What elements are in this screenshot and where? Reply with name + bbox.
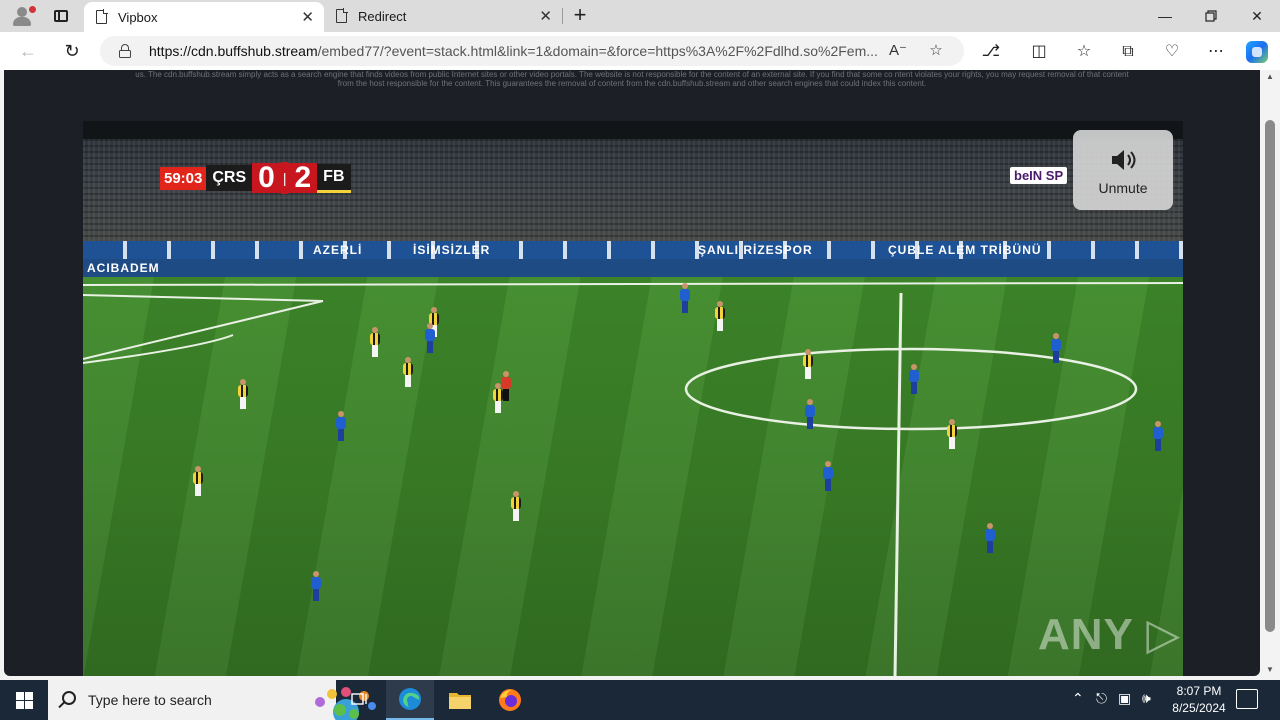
player xyxy=(1153,421,1163,451)
browser-toolbar: ← ↻ https://cdn.buffshub.stream/embed77/… xyxy=(0,32,1280,70)
score-divider: | xyxy=(280,162,289,194)
scoreboard-overlay: 59:03 ÇRS 0 | 2 FB xyxy=(160,162,351,194)
scroll-up-icon[interactable]: ▲ xyxy=(1266,72,1274,81)
tab-title: Vipbox xyxy=(118,9,158,25)
match-clock: 59:03 xyxy=(160,166,207,190)
tab-redirect[interactable]: Redirect ✕ xyxy=(324,0,562,32)
unmute-label: Unmute xyxy=(1098,180,1148,196)
video-player[interactable]: ACIBADEM AZERLİ İSİMSİZLER ŞANLI RİZESPO… xyxy=(83,121,1183,676)
tab-strip: Vipbox ✕ Redirect ✕ + — ✕ xyxy=(0,0,1280,32)
page-icon xyxy=(336,8,348,23)
scroll-down-icon[interactable]: ▼ xyxy=(1266,665,1274,674)
broadcaster-logo: beIN SP xyxy=(1010,167,1068,184)
address-bar[interactable]: https://cdn.buffshub.stream/embed77/?eve… xyxy=(100,36,964,66)
page-scrollbar[interactable]: ▲ ▼ xyxy=(1262,70,1278,676)
network-icon[interactable]: ▣ xyxy=(1118,690,1131,707)
browser-essentials-icon[interactable]: ♡ xyxy=(1161,41,1183,63)
back-arrow-icon[interactable]: ← xyxy=(14,37,42,65)
player xyxy=(715,301,725,331)
player xyxy=(985,523,995,553)
disclaimer-text: us. The cdn.buffshub.stream simply acts … xyxy=(135,70,1129,88)
player xyxy=(803,349,813,379)
close-tab-icon[interactable]: ✕ xyxy=(539,7,552,25)
player xyxy=(823,461,833,491)
edge-browser-icon[interactable] xyxy=(386,680,434,720)
file-explorer-icon[interactable] xyxy=(436,680,484,720)
tab-actions-icon[interactable] xyxy=(48,4,74,28)
tab-vipbox[interactable]: Vipbox ✕ xyxy=(84,2,324,32)
away-team: FB xyxy=(317,163,351,193)
referee xyxy=(501,371,511,401)
favorites-icon[interactable]: ☆ xyxy=(1073,41,1095,63)
anyrun-watermark: ANY ▷ RUN xyxy=(1038,610,1183,659)
football-pitch xyxy=(83,277,1183,676)
player xyxy=(311,571,321,601)
player xyxy=(1051,333,1061,363)
show-hidden-icons[interactable]: ⌃ xyxy=(1072,690,1084,707)
copilot-icon[interactable] xyxy=(1246,41,1268,63)
windows-start-icon[interactable] xyxy=(0,680,48,720)
player xyxy=(193,466,203,496)
network-drive-icon[interactable]: ⎋ xyxy=(1096,690,1107,707)
ad-text: AZERLİ xyxy=(313,243,363,257)
clock-date: 8/25/2024 xyxy=(1172,701,1226,715)
home-score: 0 xyxy=(252,163,281,193)
profile-avatar-icon[interactable] xyxy=(8,4,36,28)
page-icon xyxy=(96,9,108,24)
volume-icon[interactable]: 🕪 xyxy=(1142,690,1151,707)
player xyxy=(511,491,521,521)
task-view-icon[interactable] xyxy=(336,680,384,720)
read-aloud-icon[interactable]: A⁻ xyxy=(888,41,908,61)
player xyxy=(370,327,380,357)
player xyxy=(238,379,248,409)
player xyxy=(425,323,435,353)
player xyxy=(403,357,413,387)
player xyxy=(805,399,815,429)
minimize-button[interactable]: — xyxy=(1142,0,1188,32)
lock-icon[interactable] xyxy=(119,44,131,58)
firefox-icon[interactable] xyxy=(486,680,534,720)
collections-icon[interactable]: ⧉ xyxy=(1117,41,1139,63)
scroll-thumb[interactable] xyxy=(1265,120,1275,632)
unmute-button[interactable]: Unmute xyxy=(1073,130,1173,210)
tab-divider xyxy=(562,8,563,24)
player xyxy=(909,364,919,394)
search-icon xyxy=(62,691,76,705)
ad-text: ÇUBLE ALEM TRİBÜNÜ xyxy=(888,243,1042,257)
system-clock[interactable]: 8:07 PM 8/25/2024 xyxy=(1160,683,1238,717)
taskbar-search[interactable]: Type here to search xyxy=(48,680,376,720)
speaker-icon xyxy=(1112,150,1136,170)
new-tab-button[interactable]: + xyxy=(568,3,592,27)
stadium-roof xyxy=(83,121,1183,139)
player xyxy=(336,411,346,441)
favorite-star-icon[interactable]: ☆ xyxy=(926,41,946,61)
advertising-boards: ACIBADEM AZERLİ İSİMSİZLER ŞANLI RİZESPO… xyxy=(83,241,1183,279)
refresh-icon[interactable]: ↻ xyxy=(58,37,86,65)
ad-text: ŞANLI RİZESPOR xyxy=(698,243,813,257)
notification-icon[interactable] xyxy=(1236,689,1258,709)
close-tab-icon[interactable]: ✕ xyxy=(301,8,314,26)
player xyxy=(680,283,690,313)
ad-text: ACIBADEM xyxy=(87,261,160,275)
restore-button[interactable] xyxy=(1188,0,1234,32)
url-text[interactable]: https://cdn.buffshub.stream/embed77/?eve… xyxy=(149,43,878,59)
home-team: ÇRS xyxy=(206,165,253,191)
clock-time: 8:07 PM xyxy=(1176,684,1222,698)
ad-text: İSİMSİZLER xyxy=(413,243,491,257)
tab-title: Redirect xyxy=(358,8,407,24)
player xyxy=(947,419,957,449)
extensions-icon[interactable]: ⎇ xyxy=(980,41,1002,63)
away-score: 2 xyxy=(288,163,318,193)
windows-taskbar: Type here to search ⌃ ⎋ ▣ 🕪 8:07 PM 8/25… xyxy=(0,680,1280,720)
search-placeholder: Type here to search xyxy=(88,692,212,708)
close-window-button[interactable]: ✕ xyxy=(1234,0,1280,32)
more-menu-icon[interactable]: ⋯ xyxy=(1205,41,1227,63)
split-screen-icon[interactable]: ◫ xyxy=(1028,41,1050,63)
